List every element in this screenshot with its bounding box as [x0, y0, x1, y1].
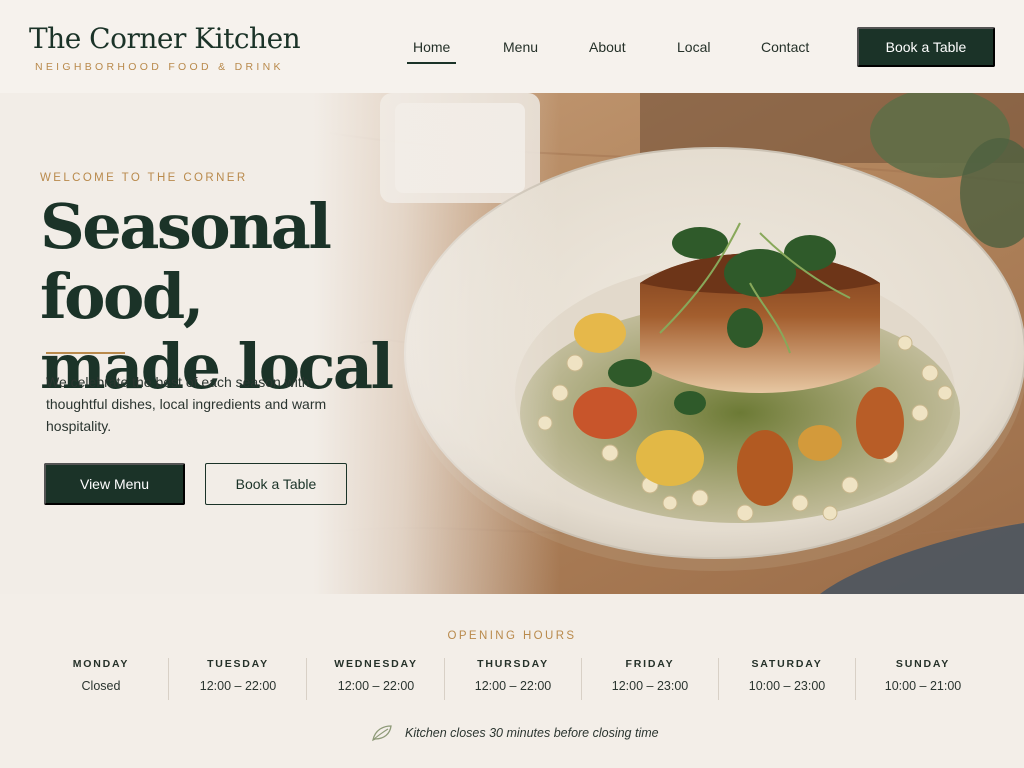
- day-name: THURSDAY: [477, 658, 549, 670]
- day-hours: 12:00 – 23:00: [611, 679, 689, 693]
- day-hours: 12:00 – 22:00: [337, 679, 415, 693]
- nav-item-menu[interactable]: Menu: [503, 39, 538, 59]
- divider: [444, 658, 445, 700]
- logo-tagline: NEIGHBORHOOD FOOD & DRINK: [35, 61, 284, 73]
- hours-day-friday: FRIDAY 12:00 – 23:00: [584, 658, 716, 702]
- divider: [306, 658, 307, 700]
- hours-day-wednesday: WEDNESDAY 12:00 – 22:00: [310, 658, 442, 702]
- day-hours: 10:00 – 21:00: [884, 679, 962, 693]
- view-menu-button[interactable]: View Menu: [44, 463, 185, 505]
- day-name: MONDAY: [72, 658, 130, 670]
- day-name: WEDNESDAY: [334, 658, 418, 670]
- hours-day-monday: MONDAY Closed: [37, 658, 165, 702]
- opening-hours-title: OPENING HOURS: [447, 630, 577, 642]
- hours-day-thursday: THURSDAY 12:00 – 22:00: [447, 658, 579, 702]
- hero-headline-line1: Seasonal food,: [40, 190, 332, 333]
- kitchen-note-text: Kitchen closes 30 minutes before closing…: [405, 726, 659, 740]
- day-hours: 10:00 – 23:00: [748, 679, 826, 693]
- hero-eyebrow: WELCOME TO THE CORNER: [40, 172, 248, 184]
- nav-item-contact[interactable]: Contact: [761, 39, 809, 59]
- hero-divider: [46, 352, 125, 354]
- divider: [855, 658, 856, 700]
- hero-section: WELCOME TO THE CORNER Seasonal food, mad…: [0, 93, 1024, 594]
- divider: [581, 658, 582, 700]
- day-name: TUESDAY: [207, 658, 269, 670]
- day-name: FRIDAY: [625, 658, 675, 670]
- header-book-table-button[interactable]: Book a Table: [857, 27, 995, 67]
- opening-hours-section: OPENING HOURS MONDAY Closed TUESDAY 12:0…: [0, 594, 1024, 768]
- nav-item-home[interactable]: Home: [406, 39, 457, 64]
- hours-day-tuesday: TUESDAY 12:00 – 22:00: [172, 658, 304, 702]
- day-name: SUNDAY: [895, 658, 951, 670]
- leaf-icon: [372, 725, 392, 742]
- hours-day-saturday: SATURDAY 10:00 – 23:00: [721, 658, 853, 702]
- hours-day-sunday: SUNDAY 10:00 – 21:00: [858, 658, 988, 702]
- divider: [718, 658, 719, 700]
- day-hours: Closed: [81, 679, 121, 693]
- day-name: SATURDAY: [751, 658, 823, 670]
- hero-book-table-button[interactable]: Book a Table: [205, 463, 347, 505]
- site-header: The Corner Kitchen NEIGHBORHOOD FOOD & D…: [0, 0, 1024, 93]
- hero-intro-text: We celebrate the best of each season wit…: [46, 374, 327, 434]
- day-hours: 12:00 – 22:00: [199, 679, 277, 693]
- nav-item-local[interactable]: Local: [677, 39, 710, 59]
- divider: [168, 658, 169, 700]
- logo-title[interactable]: The Corner Kitchen: [29, 22, 301, 55]
- day-hours: 12:00 – 22:00: [474, 679, 552, 693]
- nav-item-about[interactable]: About: [589, 39, 626, 59]
